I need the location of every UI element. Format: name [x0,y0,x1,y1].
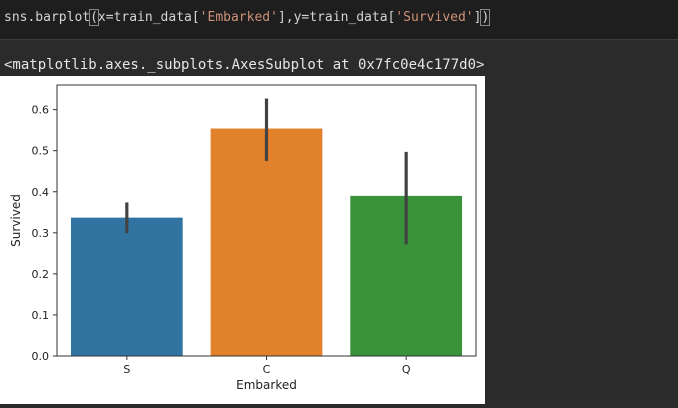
code-close-paren: ) [480,9,491,26]
x-axis-label: Embarked [236,378,297,392]
code-open-paren: ( [89,9,99,26]
code-cell[interactable]: sns.barplot(x=train_data['Embarked'],y=t… [0,0,678,40]
y-tick-label: 0.0 [32,350,50,363]
code-function: sns.barplot [4,10,91,25]
code-arg1-prefix: x=train_data[ [97,10,200,25]
x-tick-label: C [263,363,271,376]
y-axis-label: Survived [9,194,23,247]
code-arg1-suffix: ],y=train_data[ [277,10,396,25]
y-tick-label: 0.1 [32,309,50,322]
x-tick-label: Q [402,363,411,376]
y-tick-label: 0.5 [32,145,50,158]
y-tick-label: 0.2 [32,268,50,281]
code-line[interactable]: sns.barplot(x=train_data['Embarked'],y=t… [4,9,491,26]
y-tick-label: 0.6 [32,104,50,117]
y-tick-label: 0.4 [32,186,50,199]
bar-S [70,217,183,356]
x-tick-label: S [123,363,130,376]
plot-output: 0.0 0.1 0.2 0.3 0.4 0.5 0.6 S C Q Embarked Survived [0,76,485,404]
bar-C [210,128,323,356]
code-arg1-string: 'Embarked' [199,10,278,25]
code-arg2-string: 'Survived' [395,10,474,25]
output-repr: <matplotlib.axes._subplots.AxesSubplot a… [4,57,485,73]
bar-chart: 0.0 0.1 0.2 0.3 0.4 0.5 0.6 S C Q Embarked Survived [9,84,477,392]
y-tick-label: 0.3 [32,227,50,240]
